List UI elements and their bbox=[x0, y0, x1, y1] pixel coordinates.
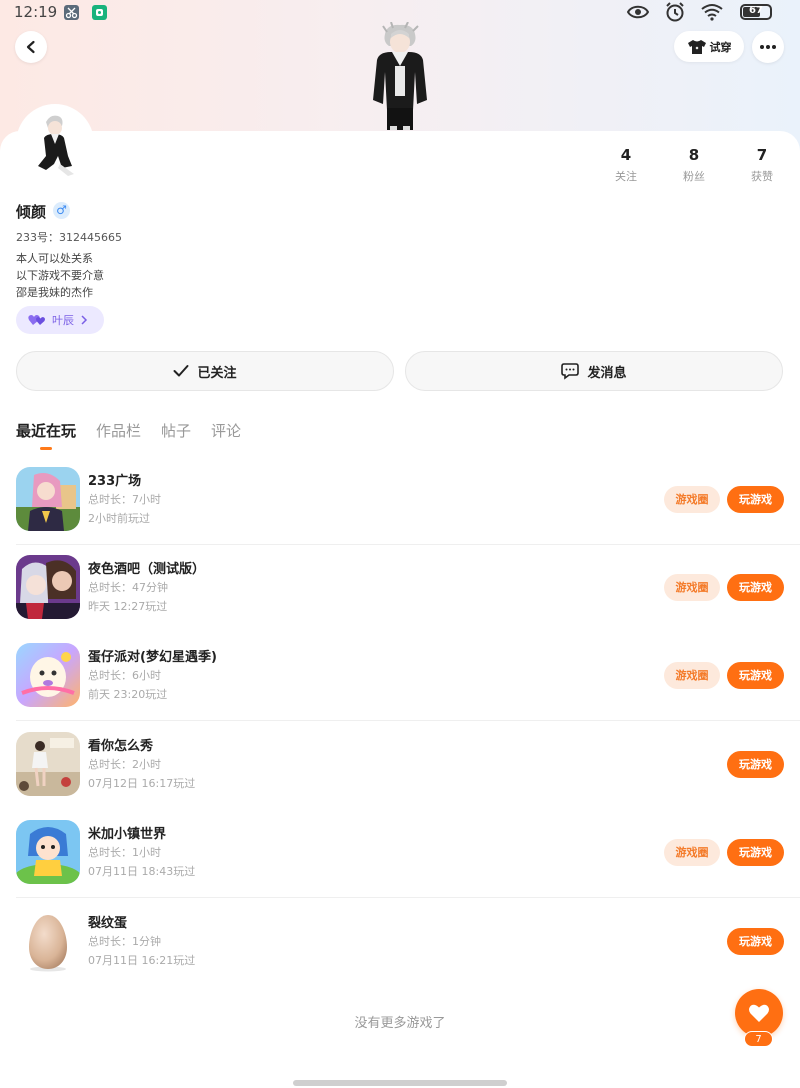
game-name: 233广场 bbox=[88, 474, 142, 489]
game-duration: 总时长：6小时 bbox=[88, 669, 161, 682]
play-game-button[interactable]: 玩游戏 bbox=[727, 574, 784, 601]
message-icon bbox=[561, 363, 580, 380]
game-name: 米加小镇世界 bbox=[88, 827, 167, 842]
try-on-label: 试穿 bbox=[709, 40, 732, 54]
divider bbox=[16, 720, 800, 721]
tab-indicator bbox=[40, 447, 52, 450]
likes-label: 获赞 bbox=[751, 170, 773, 183]
following-label: 关注 bbox=[615, 170, 637, 183]
game-circle-button[interactable]: 游戏圈 bbox=[664, 662, 720, 689]
battery-level: 67 bbox=[749, 5, 763, 16]
game-last-played: 07月11日 16:21玩过 bbox=[88, 954, 196, 967]
bio: 本人可以处关系 以下游戏不要介意 邵是我妹的杰作 bbox=[16, 250, 104, 301]
game-duration: 总时长：7小时 bbox=[88, 493, 161, 506]
game-last-played: 昨天 12:27玩过 bbox=[88, 600, 168, 613]
back-button[interactable] bbox=[15, 31, 47, 63]
game-icon-cracked-egg bbox=[16, 909, 80, 973]
likes-count: 7 bbox=[756, 146, 768, 164]
tab-recently-played[interactable]: 最近在玩 bbox=[16, 420, 76, 441]
chevron-right-icon bbox=[81, 315, 88, 325]
stat-likes[interactable]: 7 获赞 bbox=[737, 146, 787, 184]
game-name: 夜色酒吧（测试版） bbox=[88, 562, 206, 577]
send-message-button[interactable]: 发消息 bbox=[405, 351, 783, 391]
game-duration: 总时长：2小时 bbox=[88, 758, 161, 771]
game-icon-miga-town bbox=[16, 820, 80, 884]
home-indicator[interactable] bbox=[293, 1080, 507, 1086]
stat-following[interactable]: 4 关注 bbox=[601, 146, 651, 184]
like-count-badge: 7 bbox=[744, 1031, 773, 1047]
username: 倾颜 bbox=[16, 203, 47, 221]
game-icon-eggy-party bbox=[16, 643, 80, 707]
eye-icon bbox=[627, 5, 649, 19]
game-circle-button[interactable]: 游戏圈 bbox=[664, 839, 720, 866]
list-item[interactable]: 米加小镇世界 总时长：1小时 07月11日 18:43玩过 游戏圈 玩游戏 bbox=[16, 810, 800, 898]
game-circle-button[interactable]: 游戏圈 bbox=[664, 574, 720, 601]
relation-name: 叶辰 bbox=[52, 314, 74, 327]
play-game-button[interactable]: 玩游戏 bbox=[727, 839, 784, 866]
stat-fans[interactable]: 8 粉丝 bbox=[669, 146, 719, 184]
game-name: 蛋仔派对(梦幻星遇季) bbox=[88, 650, 217, 665]
bio-line: 以下游戏不要介意 bbox=[16, 269, 104, 282]
chevron-left-icon bbox=[26, 40, 35, 54]
game-circle-button[interactable]: 游戏圈 bbox=[664, 486, 720, 513]
fans-count: 8 bbox=[688, 146, 700, 164]
wifi-icon bbox=[701, 4, 723, 21]
play-game-button[interactable]: 玩游戏 bbox=[727, 662, 784, 689]
game-icon-233-plaza bbox=[16, 467, 80, 531]
scissors-app-icon bbox=[64, 5, 79, 20]
heart-icon bbox=[749, 1004, 769, 1022]
game-last-played: 07月12日 16:17玩过 bbox=[88, 777, 196, 790]
relation-tag[interactable]: 叶辰 bbox=[16, 306, 104, 334]
avatar[interactable] bbox=[16, 104, 94, 182]
list-item[interactable]: 看你怎么秀 总时长：2小时 07月12日 16:17玩过 玩游戏 bbox=[16, 722, 800, 810]
game-duration: 总时长：1分钟 bbox=[88, 935, 161, 948]
more-button[interactable] bbox=[752, 31, 784, 63]
user-id: 233号：312445665 bbox=[16, 231, 122, 244]
avatar-3d-model[interactable] bbox=[365, 22, 435, 132]
checkmark-icon bbox=[173, 365, 189, 377]
try-on-button[interactable]: 试穿 bbox=[674, 31, 744, 62]
game-last-played: 2小时前玩过 bbox=[88, 512, 150, 525]
send-message-label: 发消息 bbox=[587, 365, 627, 381]
no-more-games-text: 没有更多游戏了 bbox=[354, 1016, 446, 1031]
play-game-button[interactable]: 玩游戏 bbox=[727, 751, 784, 778]
app-notification-icon bbox=[92, 5, 107, 20]
double-heart-icon bbox=[28, 315, 45, 325]
bio-line: 本人可以处关系 bbox=[16, 252, 93, 265]
game-name: 看你怎么秀 bbox=[88, 739, 154, 754]
game-icon-night-bar bbox=[16, 555, 80, 619]
list-item[interactable]: 裂纹蛋 总时长：1分钟 07月11日 16:21玩过 玩游戏 bbox=[16, 899, 800, 987]
fans-label: 粉丝 bbox=[683, 170, 705, 183]
following-count: 4 bbox=[620, 146, 632, 164]
battery-icon: 67 bbox=[740, 4, 772, 20]
male-gender-icon: ♂ bbox=[53, 202, 70, 219]
bio-line: 邵是我妹的杰作 bbox=[16, 286, 93, 299]
list-item[interactable]: 夜色酒吧（测试版） 总时长：47分钟 昨天 12:27玩过 游戏圈 玩游戏 bbox=[16, 545, 800, 633]
like-button[interactable] bbox=[735, 989, 783, 1037]
game-last-played: 前天 23:20玩过 bbox=[88, 688, 168, 701]
followed-label: 已关注 bbox=[197, 365, 237, 381]
list-item[interactable]: 蛋仔派对(梦幻星遇季) 总时长：6小时 前天 23:20玩过 游戏圈 玩游戏 bbox=[16, 633, 800, 721]
game-last-played: 07月11日 18:43玩过 bbox=[88, 865, 196, 878]
list-item[interactable]: 233广场 总时长：7小时 2小时前玩过 游戏圈 玩游戏 bbox=[16, 457, 800, 545]
divider bbox=[16, 897, 800, 898]
tab-works[interactable]: 作品栏 bbox=[96, 420, 141, 441]
game-name: 裂纹蛋 bbox=[88, 916, 128, 931]
status-time: 12:19 bbox=[14, 3, 58, 21]
game-duration: 总时长：1小时 bbox=[88, 846, 161, 859]
shirt-icon bbox=[687, 39, 706, 54]
tab-comments[interactable]: 评论 bbox=[211, 420, 241, 441]
play-game-button[interactable]: 玩游戏 bbox=[727, 486, 784, 513]
game-duration: 总时长：47分钟 bbox=[88, 581, 168, 594]
more-dots-icon bbox=[760, 45, 776, 49]
alarm-icon bbox=[666, 2, 684, 22]
followed-button[interactable]: 已关注 bbox=[16, 351, 394, 391]
game-icon-watch-me-show bbox=[16, 732, 80, 796]
tab-posts[interactable]: 帖子 bbox=[161, 420, 191, 441]
play-game-button[interactable]: 玩游戏 bbox=[727, 928, 784, 955]
